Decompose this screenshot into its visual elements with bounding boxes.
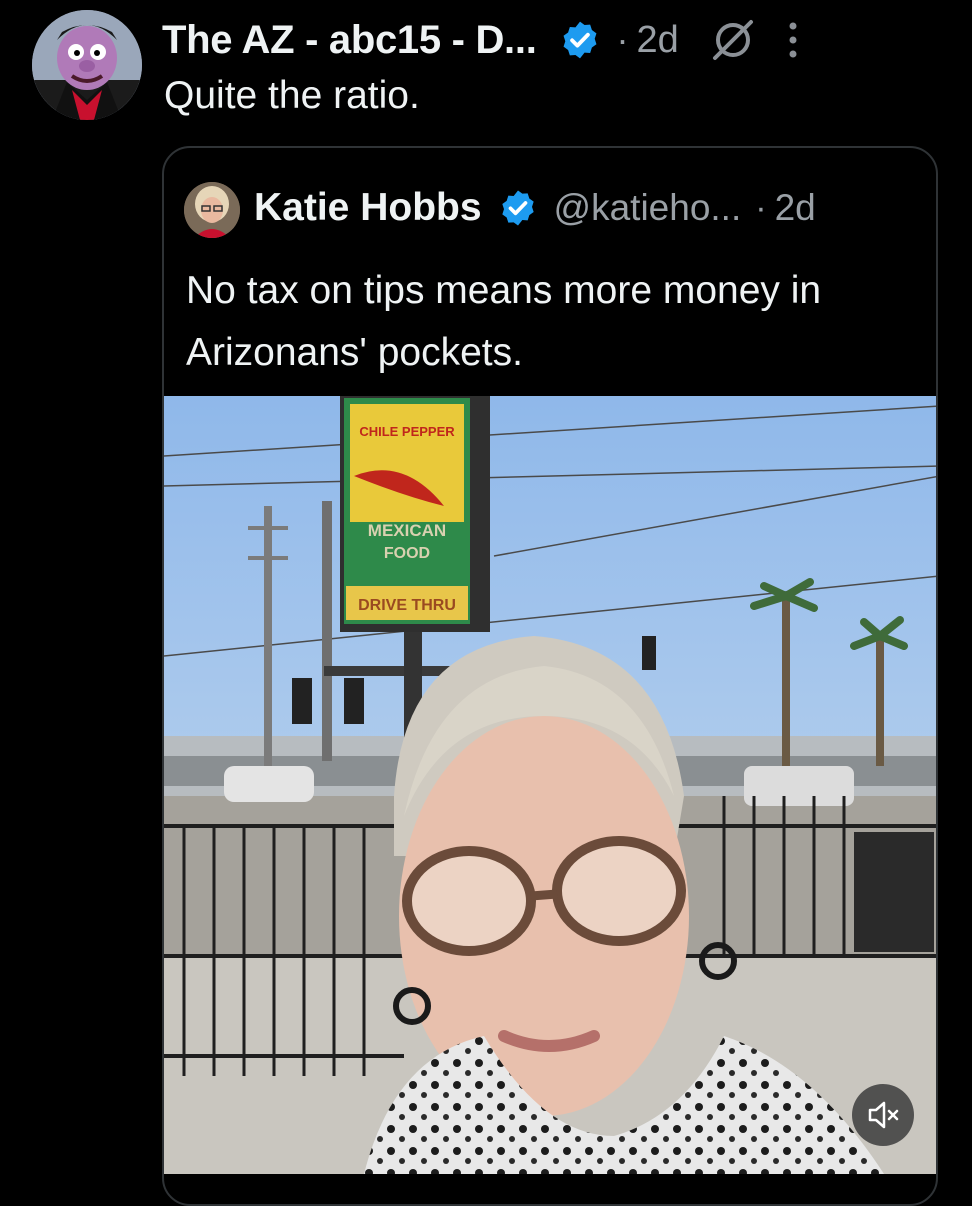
post-header: The AZ - abc15 - D... · 2d (162, 12, 942, 68)
sign-line-1: MEXICAN (368, 521, 446, 540)
sign-line-3: DRIVE THRU (358, 597, 456, 614)
sign-brand: CHILE PEPPER (359, 424, 455, 439)
video-frame: MEXICAN FOOD DRIVE THRU CHILE PEPPER (164, 396, 936, 1174)
post-timestamp[interactable]: 2d (637, 19, 679, 62)
quoted-author-name[interactable]: Katie Hobbs (254, 186, 482, 230)
post-text: Quite the ratio. (164, 74, 420, 117)
verified-badge-icon (501, 190, 534, 226)
sign-line-2: FOOD (384, 545, 430, 562)
more-options-icon[interactable] (785, 18, 801, 62)
quoted-post-timestamp[interactable]: 2d (775, 187, 816, 229)
muted-speaker-icon (868, 1101, 899, 1129)
separator-dot: · (755, 188, 767, 227)
quoted-post-text: No tax on tips means more money in Arizo… (186, 269, 822, 374)
quoted-author-avatar[interactable] (184, 182, 240, 238)
video-player[interactable]: MEXICAN FOOD DRIVE THRU CHILE PEPPER (164, 396, 936, 1174)
quoted-post[interactable]: Katie Hobbs @katieho... · 2d No tax on t… (162, 146, 938, 1206)
mute-toggle-button[interactable] (852, 1084, 914, 1146)
verified-badge-icon (563, 21, 596, 59)
quoted-post-header: Katie Hobbs @katieho... · 2d (254, 178, 816, 238)
separator-dot: · (616, 19, 629, 60)
author-avatar[interactable] (32, 10, 142, 120)
author-display-name[interactable]: The AZ - abc15 - D... (162, 18, 537, 63)
quoted-author-handle[interactable]: @katieho... (554, 187, 742, 229)
grok-icon[interactable] (709, 16, 757, 64)
